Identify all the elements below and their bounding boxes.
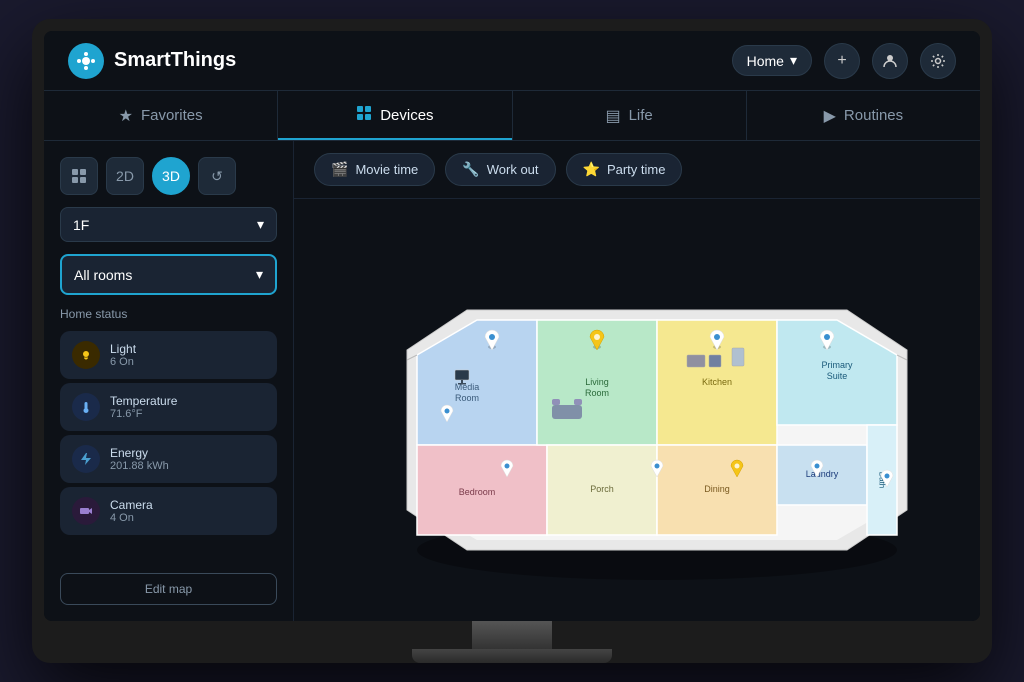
workout-icon: 🔧 bbox=[462, 161, 479, 178]
tab-routines-label: Routines bbox=[844, 107, 903, 124]
svg-text:Porch: Porch bbox=[590, 484, 614, 494]
floor-dropdown-icon: ▾ bbox=[257, 216, 264, 233]
tab-favorites[interactable]: ★ Favorites bbox=[44, 91, 278, 140]
add-button[interactable]: + bbox=[824, 43, 860, 79]
scene-party-button[interactable]: ⭐ Party time bbox=[566, 153, 683, 186]
nav-tabs: ★ Favorites Devices ▤ Life bbox=[44, 91, 980, 141]
party-icon: ⭐ bbox=[583, 161, 600, 178]
energy-status-text: Energy 201.88 kWh bbox=[110, 446, 265, 472]
settings-button[interactable] bbox=[920, 43, 956, 79]
map-area: 🎬 Movie time 🔧 Work out ⭐ Party time bbox=[294, 141, 980, 621]
movie-icon: 🎬 bbox=[331, 161, 348, 178]
camera-icon bbox=[72, 497, 100, 525]
temperature-icon bbox=[72, 393, 100, 421]
camera-status-text: Camera 4 On bbox=[110, 498, 265, 524]
grid-view-button[interactable] bbox=[60, 157, 98, 195]
svg-text:Suite: Suite bbox=[827, 371, 848, 381]
svg-text:Living: Living bbox=[585, 377, 609, 387]
status-item-light[interactable]: Light 6 On bbox=[60, 331, 277, 379]
tab-devices-label: Devices bbox=[380, 107, 433, 124]
status-title: Home status bbox=[60, 307, 277, 321]
tv-stand bbox=[44, 621, 980, 663]
svg-text:Primary: Primary bbox=[822, 360, 853, 370]
2d-view-button[interactable]: 2D bbox=[106, 157, 144, 195]
tv-frame: SmartThings Home ▾ + bbox=[32, 19, 992, 663]
status-item-camera[interactable]: Camera 4 On bbox=[60, 487, 277, 535]
view-controls: 2D 3D ↺ bbox=[60, 157, 277, 195]
edit-map-button[interactable]: Edit map bbox=[60, 573, 277, 605]
temperature-status-text: Temperature 71.6°F bbox=[110, 394, 265, 420]
logo-area: SmartThings bbox=[68, 43, 732, 79]
main-content: 2D 3D ↺ 1F ▾ All rooms ▾ bbox=[44, 141, 980, 621]
workout-label: Work out bbox=[487, 162, 539, 177]
svg-text:Kitchen: Kitchen bbox=[702, 377, 732, 387]
sidebar: 2D 3D ↺ 1F ▾ All rooms ▾ bbox=[44, 141, 294, 621]
tab-life[interactable]: ▤ Life bbox=[513, 91, 747, 140]
scene-workout-button[interactable]: 🔧 Work out bbox=[445, 153, 555, 186]
header: SmartThings Home ▾ + bbox=[44, 31, 980, 91]
svg-text:Room: Room bbox=[585, 388, 609, 398]
tab-routines[interactable]: ▶ Routines bbox=[747, 91, 980, 140]
favorites-icon: ★ bbox=[119, 106, 133, 126]
status-item-energy[interactable]: Energy 201.88 kWh bbox=[60, 435, 277, 483]
tab-life-label: Life bbox=[629, 107, 653, 124]
history-button[interactable]: ↺ bbox=[198, 157, 236, 195]
room-value: All rooms bbox=[74, 267, 132, 283]
3d-view-button[interactable]: 3D bbox=[152, 157, 190, 195]
room-select[interactable]: All rooms ▾ bbox=[60, 254, 277, 295]
svg-text:Bedroom: Bedroom bbox=[459, 487, 496, 497]
floor-plan-svg: Media Room Bedroom Living Room Porch bbox=[347, 230, 927, 590]
tab-devices[interactable]: Devices bbox=[278, 91, 512, 140]
tv-base bbox=[412, 649, 612, 663]
energy-icon bbox=[72, 445, 100, 473]
life-icon: ▤ bbox=[605, 106, 620, 126]
routines-icon: ▶ bbox=[824, 106, 836, 126]
app-name: SmartThings bbox=[114, 49, 236, 72]
light-icon bbox=[72, 341, 100, 369]
status-items: Light 6 On bbox=[60, 331, 277, 535]
tab-favorites-label: Favorites bbox=[141, 107, 203, 124]
scene-movie-button[interactable]: 🎬 Movie time bbox=[314, 153, 435, 186]
profile-button[interactable] bbox=[872, 43, 908, 79]
home-selector[interactable]: Home ▾ bbox=[732, 45, 812, 76]
svg-text:Dining: Dining bbox=[704, 484, 730, 494]
tv-screen: SmartThings Home ▾ + bbox=[44, 31, 980, 621]
home-status: Home status Light 6 On bbox=[60, 307, 277, 561]
home-label: Home bbox=[747, 53, 784, 69]
light-status-text: Light 6 On bbox=[110, 342, 265, 368]
svg-text:Laundry: Laundry bbox=[806, 469, 839, 479]
floor-value: 1F bbox=[73, 217, 89, 233]
floor-select[interactable]: 1F ▾ bbox=[60, 207, 277, 242]
tv-neck bbox=[472, 621, 552, 649]
home-dropdown-icon: ▾ bbox=[790, 52, 797, 69]
header-controls: Home ▾ + bbox=[732, 43, 956, 79]
room-dropdown-icon: ▾ bbox=[256, 266, 263, 283]
devices-icon bbox=[356, 105, 372, 126]
party-label: Party time bbox=[607, 162, 666, 177]
app-logo bbox=[68, 43, 104, 79]
status-item-temperature[interactable]: Temperature 71.6°F bbox=[60, 383, 277, 431]
svg-text:Room: Room bbox=[455, 393, 479, 403]
scene-bar: 🎬 Movie time 🔧 Work out ⭐ Party time bbox=[294, 141, 980, 199]
movie-label: Movie time bbox=[355, 162, 418, 177]
floor-map-container: Media Room Bedroom Living Room Porch bbox=[294, 199, 980, 621]
